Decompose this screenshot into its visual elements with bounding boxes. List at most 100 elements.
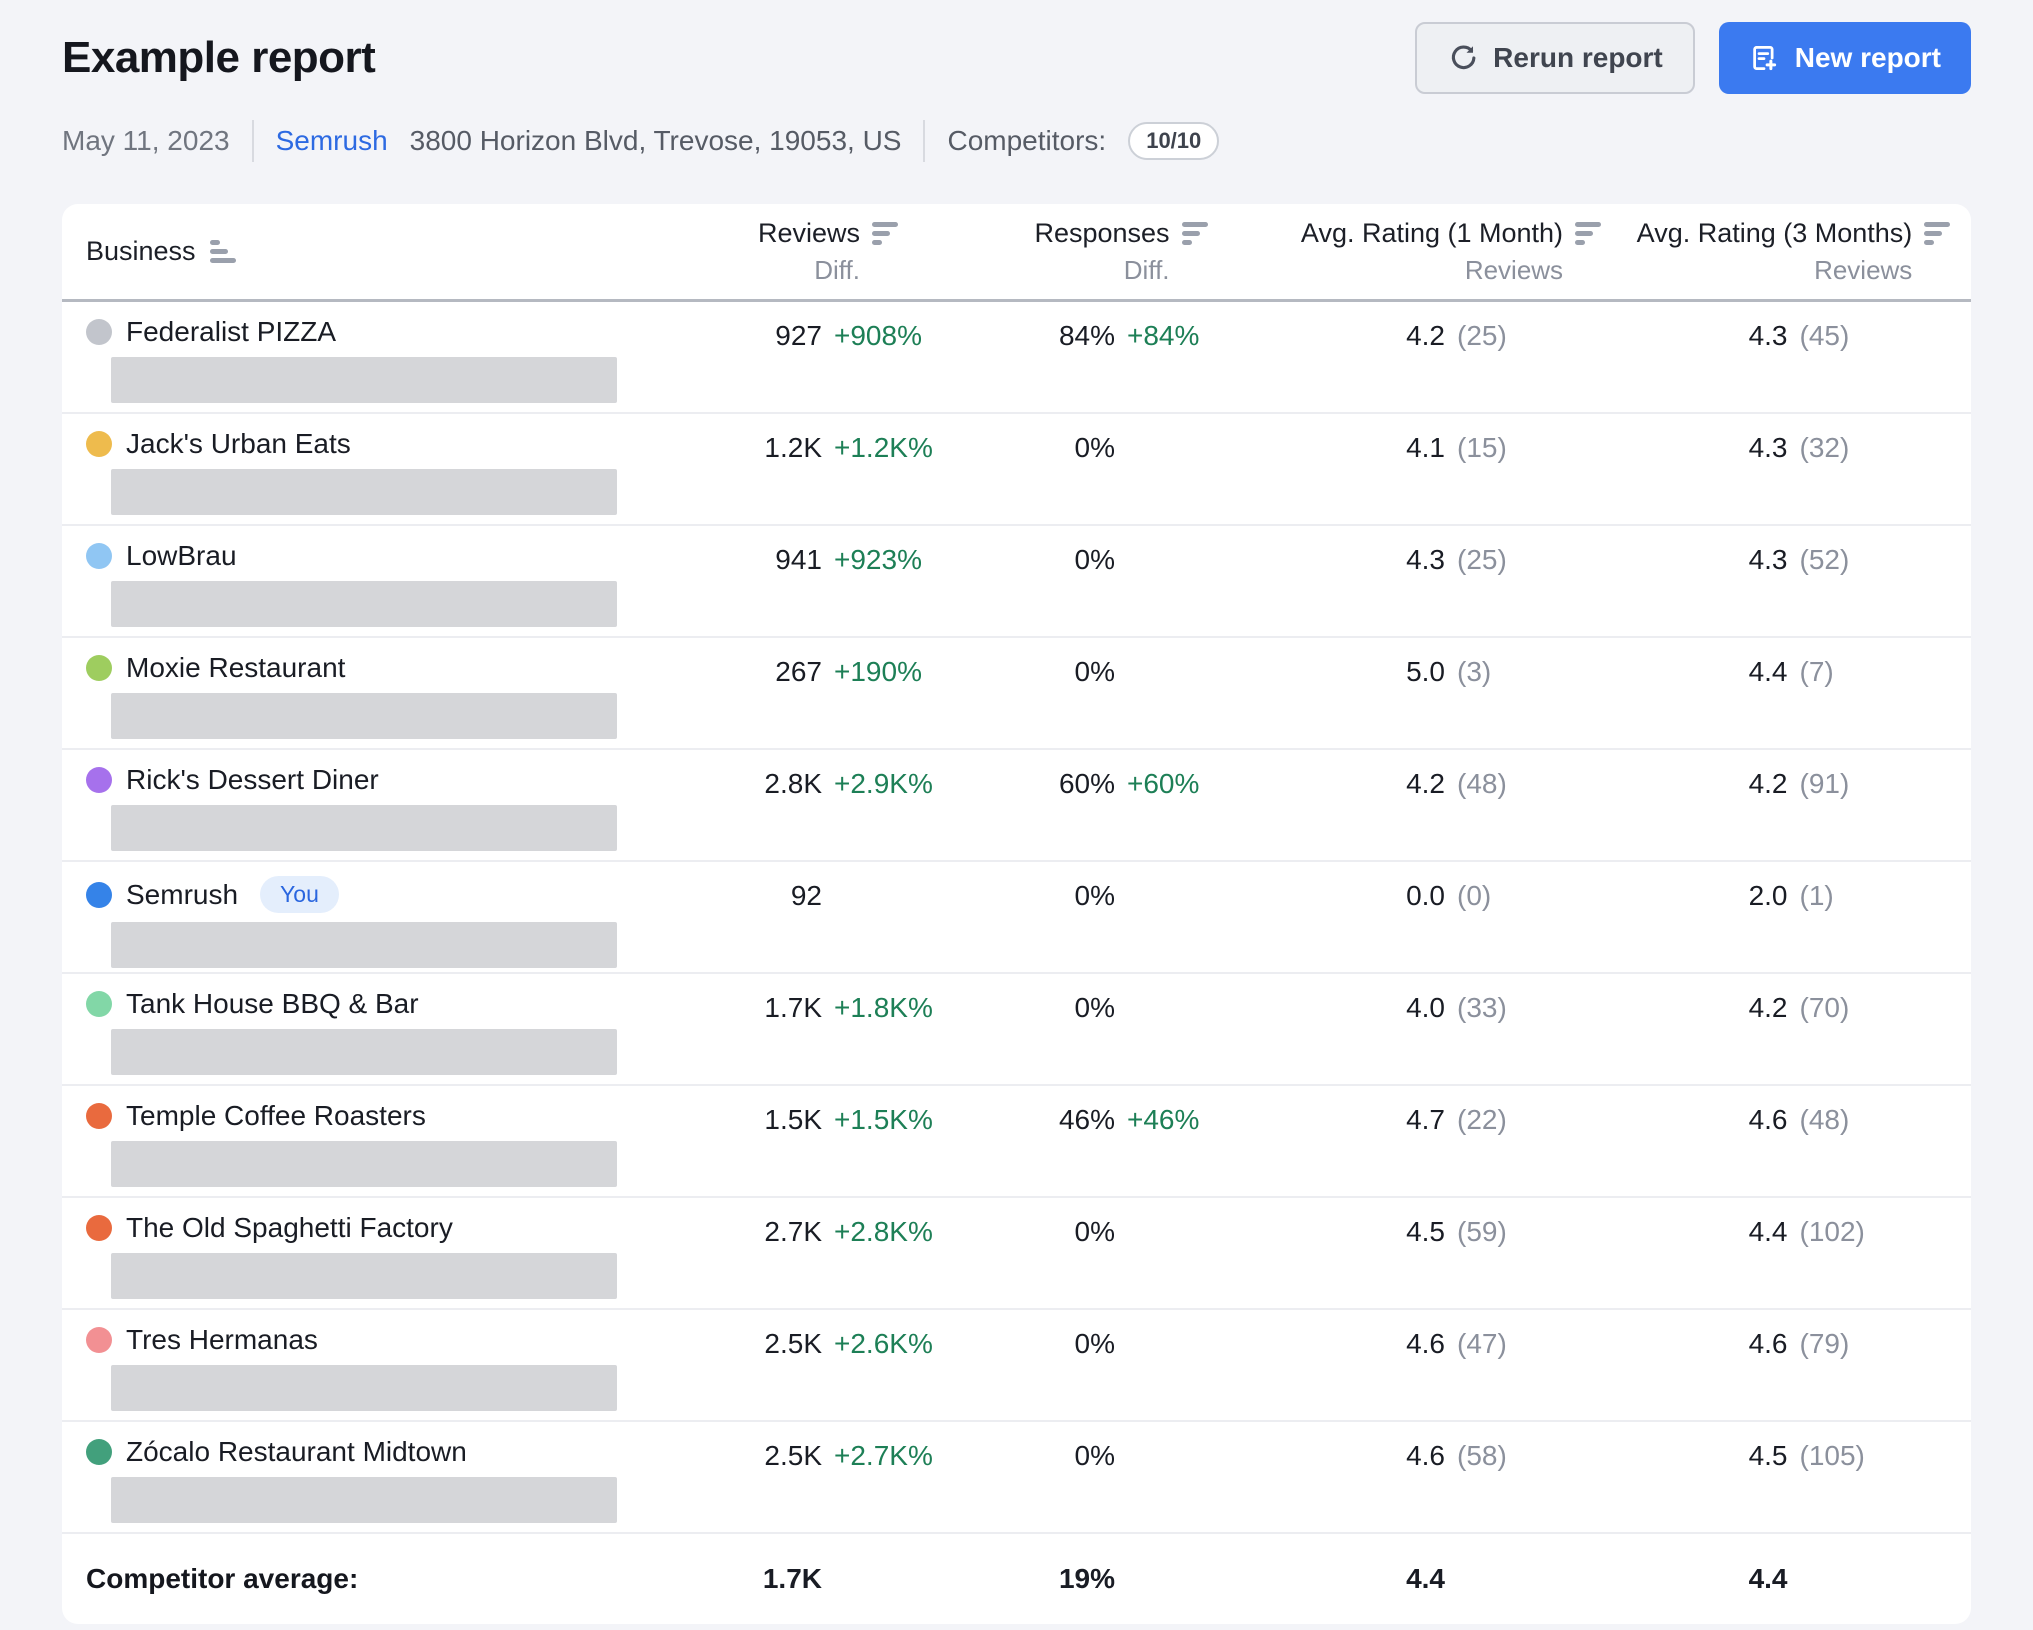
column-header-business[interactable]: Business <box>62 236 700 267</box>
business-cell: The Old Spaghetti Factory <box>62 1198 700 1308</box>
table-row: Federalist PIZZA 927+908% 84%+84% 4.2(25… <box>62 302 1971 414</box>
report-date: May 11, 2023 <box>62 125 230 157</box>
column-label: Avg. Rating (3 Months) <box>1637 218 1913 249</box>
address-placeholder-bar <box>111 469 617 515</box>
business-color-dot <box>86 655 112 681</box>
responses-cell: 0% <box>956 414 1286 524</box>
report-page: Example report Rerun report <box>0 22 2033 1624</box>
competitors-count-badge: 10/10 <box>1128 122 1219 160</box>
responses-cell: 0% <box>956 1422 1286 1532</box>
rating-3-months-cell: 4.4(102) <box>1616 1198 1971 1308</box>
business-cell: LowBrau <box>62 526 700 636</box>
business-name: The Old Spaghetti Factory <box>126 1212 453 1244</box>
footer-reviews-avg: 1.7K <box>700 1563 956 1595</box>
rating-1-month-cell: 4.3(25) <box>1286 526 1616 636</box>
reviews-cell: 92 <box>700 862 956 972</box>
address-placeholder-bar <box>111 1141 617 1187</box>
business-name: Tres Hermanas <box>126 1324 318 1356</box>
table-row: Semrush You 92 0% 0.0(0) 2.0(1) <box>62 862 1971 974</box>
table-row: LowBrau 941+923% 0% 4.3(25) 4.3(52) <box>62 526 1971 638</box>
business-cell: Federalist PIZZA <box>62 302 700 412</box>
business-name: Rick's Dessert Diner <box>126 764 379 796</box>
rating-1-month-cell: 4.0(33) <box>1286 974 1616 1084</box>
rerun-report-button[interactable]: Rerun report <box>1415 22 1695 94</box>
business-color-dot <box>86 1439 112 1465</box>
new-report-icon <box>1749 43 1779 73</box>
business-color-dot <box>86 991 112 1017</box>
new-report-button[interactable]: New report <box>1719 22 1971 94</box>
table-row: The Old Spaghetti Factory 2.7K+2.8K% 0% … <box>62 1198 1971 1310</box>
rating-1-month-cell: 4.5(59) <box>1286 1198 1616 1308</box>
reviews-cell: 2.5K+2.7K% <box>700 1422 956 1532</box>
address-placeholder-bar <box>111 581 617 627</box>
column-header-avg-rating-1-month[interactable]: Avg. Rating (1 Month) Reviews <box>1286 218 1616 286</box>
business-cell: Rick's Dessert Diner <box>62 750 700 860</box>
address-placeholder-bar <box>111 1477 617 1523</box>
address-placeholder-bar <box>111 357 617 403</box>
footer-responses-avg: 19% <box>956 1563 1286 1595</box>
rating-3-months-cell: 4.6(48) <box>1616 1086 1971 1196</box>
responses-cell: 0% <box>956 1310 1286 1420</box>
column-label: Avg. Rating (1 Month) <box>1301 218 1563 249</box>
table-footer-row: Competitor average: 1.7K 19% 4.4 4.4 <box>62 1534 1971 1624</box>
sort-descending-icon <box>872 222 898 245</box>
reviews-cell: 267+190% <box>700 638 956 748</box>
page-title: Example report <box>62 33 375 83</box>
rating-1-month-cell: 4.6(58) <box>1286 1422 1616 1532</box>
column-header-responses[interactable]: Responses Diff. <box>956 218 1286 286</box>
business-color-dot <box>86 543 112 569</box>
column-header-avg-rating-3-months[interactable]: Avg. Rating (3 Months) Reviews <box>1616 218 1971 286</box>
responses-cell: 0% <box>956 526 1286 636</box>
rating-3-months-cell: 4.4(7) <box>1616 638 1971 748</box>
address-placeholder-bar <box>111 693 617 739</box>
competitors-label: Competitors: <box>947 125 1106 157</box>
rating-3-months-cell: 4.3(32) <box>1616 414 1971 524</box>
rating-3-months-cell: 4.3(52) <box>1616 526 1971 636</box>
reviews-cell: 2.5K+2.6K% <box>700 1310 956 1420</box>
refresh-icon <box>1447 43 1477 73</box>
reviews-cell: 2.8K+2.9K% <box>700 750 956 860</box>
business-cell: Tank House BBQ & Bar <box>62 974 700 1084</box>
vertical-divider <box>252 120 254 162</box>
table-header: Business Reviews Diff. Responses <box>62 204 1971 302</box>
address-placeholder-bar <box>111 805 617 851</box>
business-color-dot <box>86 431 112 457</box>
column-label: Reviews <box>758 218 860 249</box>
business-name: Federalist PIZZA <box>126 316 336 348</box>
column-sublabel: Diff. <box>1034 255 1169 286</box>
responses-cell: 0% <box>956 974 1286 1084</box>
rating-1-month-cell: 4.7(22) <box>1286 1086 1616 1196</box>
column-label: Business <box>86 236 196 267</box>
business-name: Moxie Restaurant <box>126 652 345 684</box>
table-body: Federalist PIZZA 927+908% 84%+84% 4.2(25… <box>62 302 1971 1534</box>
table-row: Moxie Restaurant 267+190% 0% 5.0(3) 4.4(… <box>62 638 1971 750</box>
column-sublabel: Reviews <box>1637 255 1913 286</box>
responses-cell: 0% <box>956 862 1286 972</box>
reviews-cell: 1.7K+1.8K% <box>700 974 956 1084</box>
table-row: Zócalo Restaurant Midtown 2.5K+2.7K% 0% … <box>62 1422 1971 1534</box>
responses-cell: 0% <box>956 1198 1286 1308</box>
reviews-cell: 1.5K+1.5K% <box>700 1086 956 1196</box>
you-badge: You <box>260 876 339 913</box>
business-color-dot <box>86 882 112 908</box>
table-row: Tres Hermanas 2.5K+2.6K% 0% 4.6(47) 4.6(… <box>62 1310 1971 1422</box>
rating-1-month-cell: 4.1(15) <box>1286 414 1616 524</box>
business-cell: Tres Hermanas <box>62 1310 700 1420</box>
business-color-dot <box>86 319 112 345</box>
table-row: Jack's Urban Eats 1.2K+1.2K% 0% 4.1(15) … <box>62 414 1971 526</box>
report-subheader: May 11, 2023 Semrush 3800 Horizon Blvd, … <box>62 120 1971 162</box>
business-name: Semrush <box>126 879 238 911</box>
rating-3-months-cell: 4.3(45) <box>1616 302 1971 412</box>
responses-cell: 46%+46% <box>956 1086 1286 1196</box>
address-placeholder-bar <box>111 1253 617 1299</box>
address-placeholder-bar <box>111 1029 617 1075</box>
responses-cell: 84%+84% <box>956 302 1286 412</box>
business-cell: Jack's Urban Eats <box>62 414 700 524</box>
business-link[interactable]: Semrush <box>276 125 388 157</box>
business-color-dot <box>86 1215 112 1241</box>
new-report-label: New report <box>1795 42 1941 74</box>
column-header-reviews[interactable]: Reviews Diff. <box>700 218 956 286</box>
sort-ascending-icon <box>210 240 236 263</box>
business-cell: Temple Coffee Roasters <box>62 1086 700 1196</box>
report-header: Example report Rerun report <box>62 22 1971 94</box>
